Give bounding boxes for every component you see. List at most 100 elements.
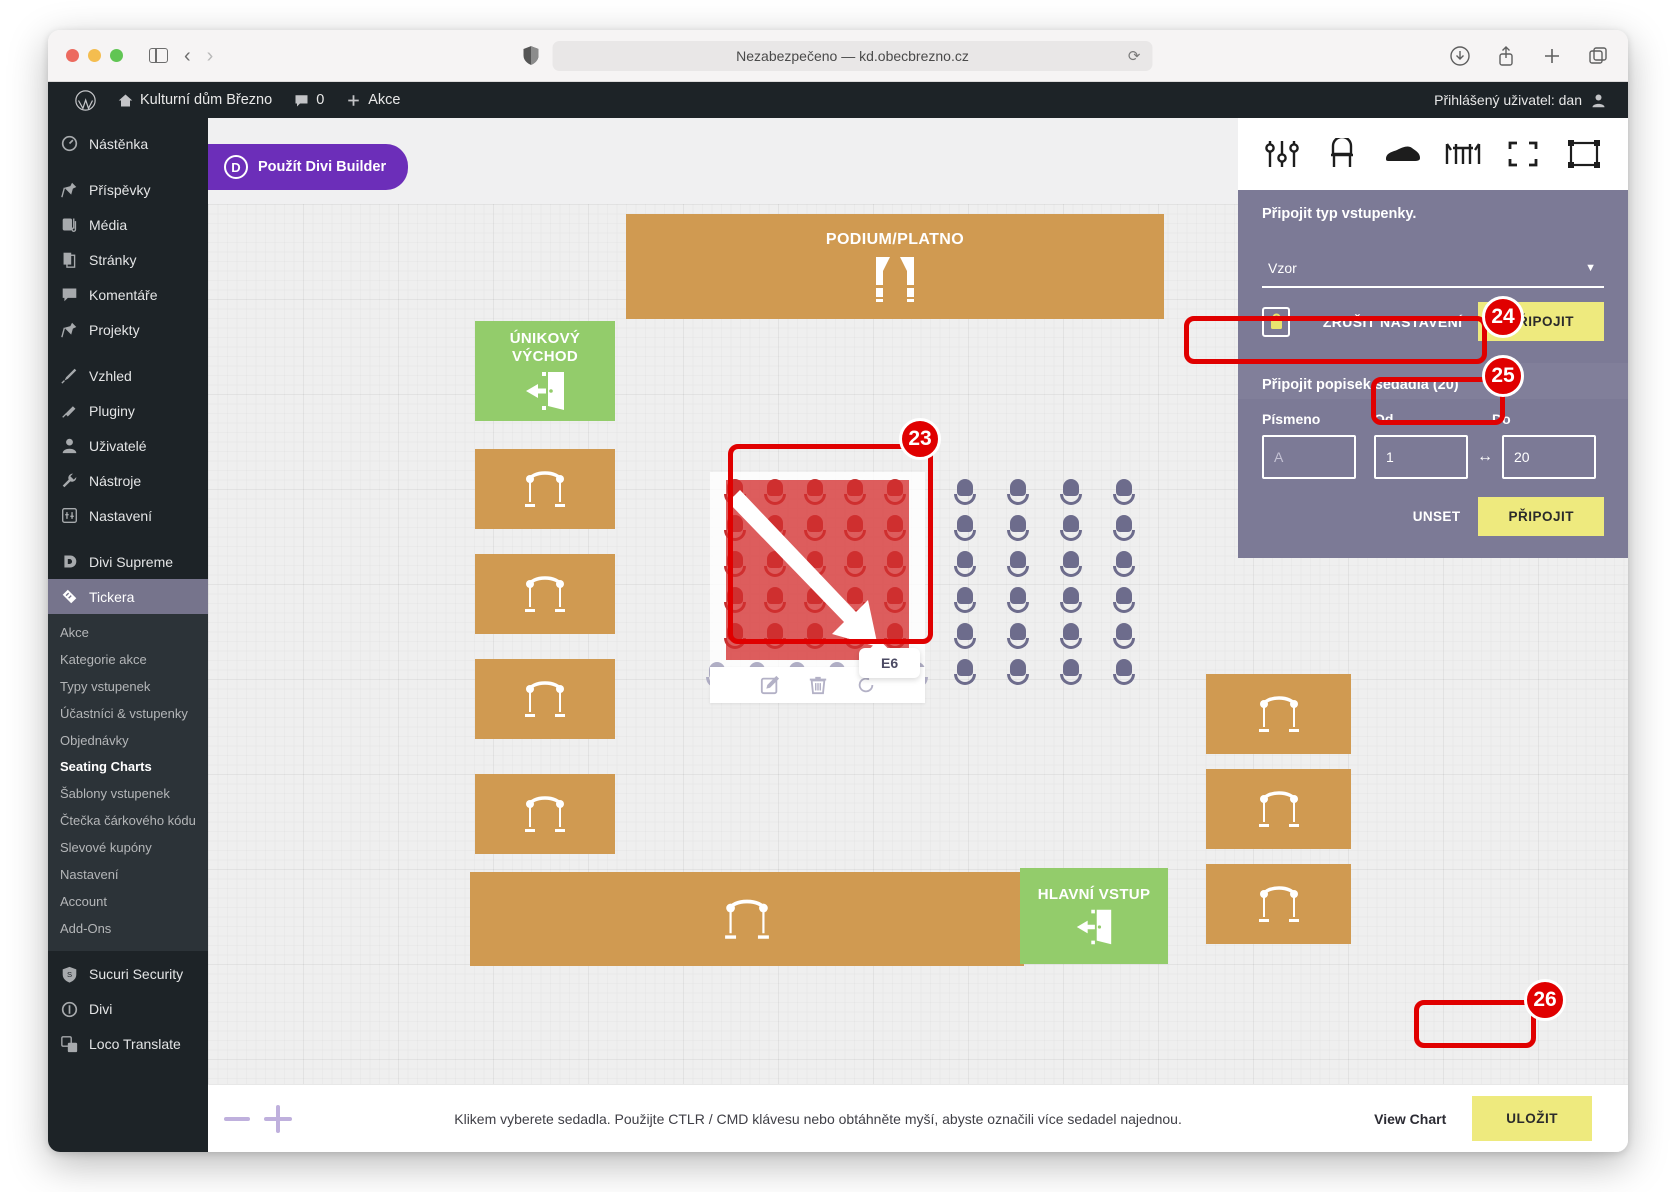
sidebar-item-users[interactable]: Uživatelé: [48, 428, 208, 463]
trash-icon[interactable]: [808, 675, 828, 695]
download-icon[interactable]: [1450, 45, 1470, 66]
ticket-type-select[interactable]: Vzor: [1262, 250, 1604, 288]
barrier-block[interactable]: [475, 659, 615, 739]
submenu-item-objednavky[interactable]: Objednávky: [48, 728, 208, 755]
tab-table[interactable]: [1441, 134, 1485, 174]
minimize-window-button[interactable]: [88, 49, 101, 62]
sidebar-item-media[interactable]: Média: [48, 207, 208, 242]
seat[interactable]: [1007, 659, 1029, 685]
barrier-block[interactable]: [475, 554, 615, 634]
from-input[interactable]: [1374, 435, 1468, 479]
seat[interactable]: [1113, 479, 1135, 505]
unset-settings-button[interactable]: ZRUŠIT NASTAVENÍ: [1323, 314, 1463, 330]
sidebar-item-pages[interactable]: Stránky: [48, 242, 208, 277]
seat[interactable]: [1007, 479, 1029, 505]
maximize-window-button[interactable]: [110, 49, 123, 62]
save-button[interactable]: ULOŽIT: [1472, 1096, 1592, 1141]
panel-tab-bar[interactable]: [1238, 118, 1628, 190]
sidebar-item-comments[interactable]: Komentáře: [48, 277, 208, 312]
seat-group-right[interactable]: [954, 479, 1166, 695]
unset-label-button[interactable]: UNSET: [1413, 509, 1461, 524]
submenu-item-ctecka-carkoveho-kodu[interactable]: Čtečka čárkového kódu: [48, 808, 208, 835]
submenu-item-sablony-vstupenek[interactable]: Šablony vstupenek: [48, 781, 208, 808]
seat[interactable]: [1113, 623, 1135, 649]
seat[interactable]: [1060, 479, 1082, 505]
sidebar-item-posts[interactable]: Příspěvky: [48, 172, 208, 207]
tab-fullscreen[interactable]: [1501, 134, 1545, 174]
zoom-out-button[interactable]: [224, 1116, 250, 1121]
seat[interactable]: [1113, 515, 1135, 541]
barrier-block-wide[interactable]: [470, 872, 1024, 966]
comments-item[interactable]: 0: [283, 82, 335, 118]
barrier-block[interactable]: [475, 774, 615, 854]
seat[interactable]: [954, 659, 976, 685]
new-content-item[interactable]: Akce: [335, 82, 411, 118]
window-traffic-lights[interactable]: [66, 49, 123, 62]
wordpress-logo-item[interactable]: [64, 82, 107, 118]
seat[interactable]: [1007, 623, 1029, 649]
seat[interactable]: [1113, 587, 1135, 613]
sidebar-toggle-icon[interactable]: [149, 48, 168, 63]
address-bar-wrap[interactable]: Nezabezpečeno — kd.obecbrezno.cz ⟳: [523, 40, 1153, 71]
edit-icon[interactable]: [760, 675, 780, 695]
address-bar[interactable]: Nezabezpečeno — kd.obecbrezno.cz ⟳: [552, 40, 1153, 71]
to-input[interactable]: [1502, 435, 1596, 479]
back-icon[interactable]: ‹: [184, 46, 191, 66]
submenu-item-typy-vstupenek[interactable]: Typy vstupenek: [48, 674, 208, 701]
barrier-block[interactable]: [1206, 769, 1351, 849]
sidebar-item-loco-translate[interactable]: Loco Translate: [48, 1027, 208, 1062]
share-icon[interactable]: [1496, 45, 1516, 66]
barrier-block[interactable]: [1206, 864, 1351, 944]
ticket-type-select-wrap[interactable]: Vzor ▼: [1262, 250, 1604, 288]
lock-toggle[interactable]: [1262, 306, 1290, 337]
submenu-item-slevove-kupony[interactable]: Slevové kupóny: [48, 835, 208, 862]
submenu-item-add-ons[interactable]: Add-Ons: [48, 916, 208, 943]
sidebar-item-tools[interactable]: Nástroje: [48, 463, 208, 498]
sidebar-item-sucuri-security[interactable]: S Sucuri Security: [48, 957, 208, 992]
seat[interactable]: [1007, 515, 1029, 541]
stage-block[interactable]: PODIUM/PLATNO: [626, 214, 1164, 319]
account-item[interactable]: Přihlášený uživatel: dan: [1434, 92, 1612, 108]
show-tabs-icon[interactable]: [1588, 46, 1608, 66]
submenu-item-akce[interactable]: Akce: [48, 620, 208, 647]
sidebar-item-divi[interactable]: Divi: [48, 992, 208, 1027]
sidebar-item-divi-supreme[interactable]: Divi Supreme: [48, 544, 208, 579]
submenu-item-seating-charts[interactable]: Seating Charts: [48, 754, 208, 781]
main-entrance-block[interactable]: HLAVNÍ VSTUP: [1020, 868, 1168, 964]
tab-frame[interactable]: [1562, 134, 1606, 174]
site-name-item[interactable]: Kulturní dům Březno: [107, 82, 283, 118]
zoom-controls[interactable]: [224, 1104, 292, 1133]
forward-icon[interactable]: ›: [207, 46, 214, 66]
seat[interactable]: [954, 515, 976, 541]
submenu-item-kategorie-akce[interactable]: Kategorie akce: [48, 647, 208, 674]
seat[interactable]: [1113, 659, 1135, 685]
seat[interactable]: [954, 587, 976, 613]
seat[interactable]: [954, 623, 976, 649]
zoom-in-button[interactable]: [264, 1104, 292, 1133]
sidebar-item-projects[interactable]: Projekty: [48, 312, 208, 347]
close-window-button[interactable]: [66, 49, 79, 62]
seat[interactable]: [1060, 587, 1082, 613]
emergency-exit-block[interactable]: ÚNIKOVÝ VÝCHOD: [475, 321, 615, 421]
seat[interactable]: [1060, 551, 1082, 577]
tab-chair[interactable]: [1320, 134, 1364, 174]
seat[interactable]: [954, 479, 976, 505]
seat[interactable]: [954, 551, 976, 577]
reload-icon[interactable]: ⟳: [1128, 47, 1141, 65]
barrier-block[interactable]: [1206, 674, 1351, 754]
browser-right-icons[interactable]: [1450, 45, 1608, 66]
barrier-block[interactable]: [475, 449, 615, 529]
submenu-item-account[interactable]: Account: [48, 889, 208, 916]
sidebar-item-appearance[interactable]: Vzhled: [48, 358, 208, 393]
tab-sliders[interactable]: [1260, 134, 1304, 174]
use-divi-builder-button[interactable]: D Použít Divi Builder: [208, 144, 409, 190]
seat[interactable]: [1007, 551, 1029, 577]
seat[interactable]: [1007, 587, 1029, 613]
sidebar-item-dashboard[interactable]: Nástěnka: [48, 126, 208, 161]
sidebar-item-tickera[interactable]: Tickera: [48, 579, 208, 614]
tab-shoe[interactable]: [1381, 134, 1425, 174]
attach-seat-label-button[interactable]: PŘIPOJIT: [1478, 497, 1604, 536]
sidebar-item-settings[interactable]: Nastavení: [48, 498, 208, 533]
new-tab-icon[interactable]: [1542, 46, 1562, 66]
view-chart-link[interactable]: View Chart: [1374, 1111, 1446, 1127]
